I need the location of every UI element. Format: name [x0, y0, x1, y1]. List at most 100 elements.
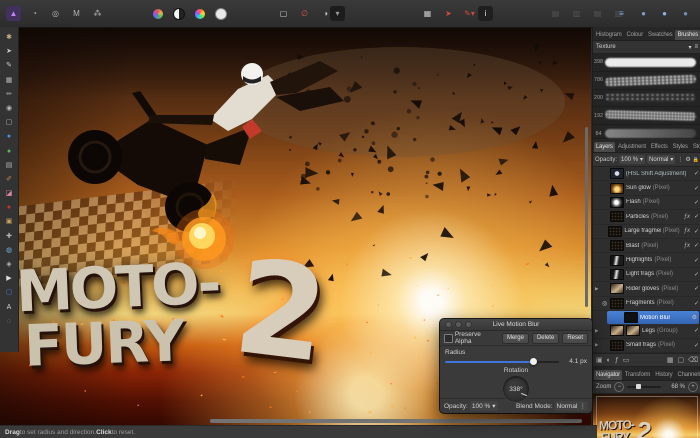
layer-visibility-check[interactable]: ✓ [694, 199, 699, 206]
layer-thumbnail[interactable] [610, 268, 624, 280]
mask-icon[interactable]: ▭ [623, 356, 630, 364]
layer-thumbnail[interactable] [626, 325, 640, 337]
layer-settings-gear-icon[interactable]: ⚙ [685, 156, 690, 163]
layer-visibility-check[interactable]: ✓ [694, 327, 699, 334]
radius-slider[interactable]: 4.1 px [445, 358, 587, 366]
delete-layer-icon[interactable]: ⌫ [688, 356, 698, 364]
fx-icon[interactable]: ƒx [684, 228, 690, 234]
layer-visibility-check[interactable]: ✓ [694, 271, 699, 278]
colour-replacement-tool[interactable]: ✐ [3, 174, 16, 185]
dodge-tool[interactable]: ● [3, 202, 16, 213]
layer-row-highlights[interactable]: ▶◎Highlights(Pixel)✓ [593, 253, 700, 268]
erase-tool[interactable]: ◪ [3, 188, 16, 199]
align-left-icon[interactable]: ▤ [548, 6, 563, 21]
layer-row-fragments[interactable]: ▶◎Fragments(Pixel)✓ [593, 297, 700, 311]
shape-tool[interactable]: ▢ [3, 287, 16, 298]
healing-brush-tool[interactable]: ✚ [3, 231, 16, 242]
zoom-in-button[interactable]: + [688, 382, 698, 393]
move-tool[interactable]: ➤ [3, 46, 16, 57]
layer-row-large-fragments[interactable]: ▶◎Large fragments(Pixel)ƒx✓ [593, 225, 700, 239]
affinity-photo-logo[interactable]: ▲ [6, 6, 21, 21]
brush-item[interactable]: 192 [593, 107, 700, 126]
node-tool[interactable]: ▶ [3, 273, 16, 284]
colour-picker-tool[interactable]: ✎ [3, 60, 16, 71]
layer-menu-dots-icon[interactable]: ⋮ [677, 156, 683, 163]
tab-adjustment[interactable]: Adjustment [616, 142, 648, 152]
layer-thumbnail[interactable] [610, 211, 624, 223]
expand-arrow-icon[interactable]: ▶ [595, 342, 600, 348]
selection-mode-icon[interactable]: ▢ [276, 6, 291, 21]
delete-button[interactable]: Delete [531, 332, 560, 344]
layer-thumbnail[interactable] [609, 168, 624, 180]
fx-icon[interactable]: ƒx [684, 243, 690, 249]
adjustment-icon[interactable]: ◐ [607, 357, 611, 364]
layer-thumbnail[interactable] [610, 297, 624, 309]
view-tool[interactable]: ✱ [3, 32, 16, 43]
brush-item[interactable]: 200 [593, 90, 700, 108]
tab-colour[interactable]: Colour [625, 30, 645, 40]
align-center-icon[interactable]: ▥ [569, 6, 584, 21]
swatch-dropdown-icon[interactable]: ▾ [330, 6, 345, 21]
layer-visibility-check[interactable]: ✓ [694, 242, 699, 249]
arrange-icon[interactable]: ≡ [614, 6, 629, 21]
insert-top-icon[interactable]: ● [678, 6, 693, 21]
tab-brushes[interactable]: Brushes [675, 30, 700, 40]
dialog-titlebar[interactable]: Live Motion Blur [440, 319, 592, 331]
opacity-dropdown[interactable]: 100 % ▾ [619, 155, 646, 164]
paint-brush-tool[interactable]: ● [3, 131, 16, 142]
layer-visibility-check[interactable]: ✓ [694, 228, 699, 235]
horizontal-scrollbar[interactable] [210, 419, 582, 423]
liquify-persona-icon[interactable]: ◔ [27, 6, 42, 21]
tone-mapping-persona-icon[interactable]: M [69, 6, 84, 21]
layer-row-motion-blur[interactable]: ▶◎Motion Blur⚙ [607, 310, 699, 325]
blend-mode-dropdown[interactable]: Normal ▾ [647, 155, 676, 164]
layer-thumbnail[interactable] [610, 196, 624, 208]
layer-thumbnail[interactable] [610, 240, 624, 252]
layer-row-hsl-shift-adjustment[interactable]: ▶◎(HSL Shift Adjustment)✓ [593, 167, 700, 182]
window-control-dots[interactable] [445, 321, 472, 328]
layer-thumbnail[interactable] [610, 283, 624, 295]
radius-slider-knob[interactable] [530, 358, 537, 365]
vertical-scrollbar[interactable] [585, 127, 588, 307]
insert-behind-icon[interactable]: ● [636, 6, 651, 21]
expand-arrow-icon[interactable]: ▶ [595, 286, 600, 292]
warp-arrow-icon[interactable]: ➤ [441, 6, 456, 21]
layer-lock-icon[interactable]: 🔒 [693, 157, 699, 163]
align-right-icon[interactable]: ▤ [590, 6, 605, 21]
tab-layers[interactable]: Layers [594, 142, 615, 152]
smudge-tool[interactable]: ● [3, 146, 16, 157]
auto-white-balance-icon[interactable] [213, 6, 228, 21]
layer-thumbnail[interactable] [608, 225, 623, 237]
marquee-tool[interactable]: ▢ [3, 117, 16, 128]
layer-thumbnail[interactable] [624, 312, 638, 324]
zoom-window-icon[interactable] [465, 321, 472, 328]
layer-visibility-check[interactable]: ✓ [694, 185, 699, 192]
layer-row-particles[interactable]: ▶◎Particles(Pixel)ƒx✓ [593, 210, 700, 225]
chevron-down-icon[interactable]: ▾ [688, 44, 691, 51]
minimize-window-icon[interactable] [455, 321, 462, 328]
brush-item[interactable]: 398 [593, 54, 700, 72]
layer-row-legs[interactable]: ▶◎Legs(Group)✓ [593, 324, 700, 339]
dialog-blend-dropdown[interactable]: Normal ⋮ [554, 401, 588, 411]
zoom-slider[interactable] [627, 384, 662, 390]
live-filter-icon[interactable]: ƒ [615, 357, 619, 364]
layer-row-small-frags[interactable]: ▶◎Small frags(Pixel)✓ [593, 339, 700, 354]
reset-button[interactable]: Reset [562, 332, 588, 344]
clone-stamp-tool[interactable]: ▣ [3, 216, 16, 227]
layer-visibility-check[interactable]: ✓ [694, 285, 699, 292]
layer-visibility-check[interactable]: ✓ [694, 213, 699, 220]
close-window-icon[interactable] [445, 321, 452, 328]
tab-swatches[interactable]: Swatches [646, 30, 674, 40]
pixel-tool[interactable]: ▤ [3, 160, 16, 171]
panel-menu-icon[interactable]: ≡ [694, 44, 698, 50]
live-filter-gear-icon[interactable]: ⚙ [692, 314, 697, 321]
layer-visibility-check[interactable]: ✓ [694, 257, 699, 264]
layer-row-sun-glow[interactable]: ▶◎Sun glow(Pixel)✓ [593, 181, 700, 196]
auto-colours-icon[interactable] [192, 6, 207, 21]
expand-arrow-icon[interactable]: ▶ [595, 328, 600, 334]
fx-icon[interactable]: ƒx [684, 214, 690, 220]
auto-contrast-icon[interactable] [171, 6, 186, 21]
tab-channels[interactable]: Channels [676, 370, 700, 380]
zoom-tool[interactable]: ◌ [3, 316, 16, 327]
navigator-thumbnail[interactable]: MOTO- FURY 2 [593, 394, 700, 438]
